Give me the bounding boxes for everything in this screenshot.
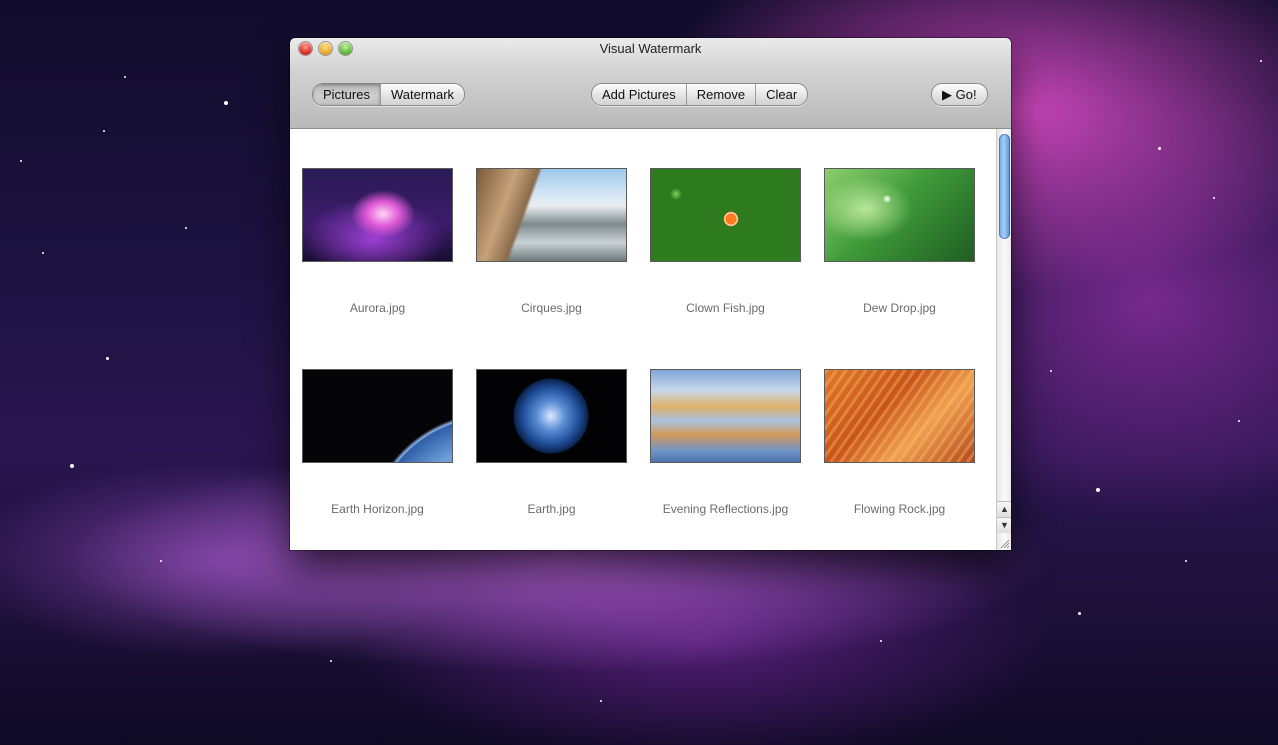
pictures-list[interactable]: Aurora.jpg Cirques.jpg Clown Fish.jpg De… (290, 129, 1011, 550)
star (1185, 560, 1187, 562)
star (1213, 197, 1215, 199)
picture-filename: Earth Horizon.jpg (331, 502, 424, 516)
picture-filename: Clown Fish.jpg (686, 301, 765, 315)
remove-button[interactable]: Remove (685, 84, 755, 105)
app-window: Visual Watermark Pictures Watermark Add … (290, 38, 1011, 550)
star (42, 252, 44, 254)
picture-filename: Evening Reflections.jpg (662, 502, 789, 516)
star (106, 357, 109, 360)
star (1260, 60, 1262, 62)
view-segmented-control: Pictures Watermark (312, 83, 466, 106)
star (103, 130, 105, 132)
star (1078, 612, 1081, 615)
scroll-up-arrow-icon[interactable]: ▲ (997, 501, 1011, 517)
picture-filename: Flowing Rock.jpg (853, 502, 946, 516)
star (1238, 420, 1240, 422)
star (124, 76, 126, 78)
star (1096, 488, 1100, 492)
go-button[interactable]: ▶ Go! (932, 84, 987, 105)
star (20, 160, 22, 162)
watermark-tab[interactable]: Watermark (379, 84, 464, 105)
pictures-tab[interactable]: Pictures (313, 84, 380, 105)
scroll-down-arrow-icon[interactable]: ▼ (997, 517, 1011, 533)
aurora-thumbnail (302, 168, 453, 262)
clear-button[interactable]: Clear (755, 84, 807, 105)
picture-filename: Cirques.jpg (521, 301, 582, 315)
picture-filename: Dew Drop.jpg (863, 301, 936, 315)
window-title: Visual Watermark (599, 41, 702, 56)
window-toolbar: Visual Watermark Pictures Watermark Add … (290, 38, 1011, 129)
star (160, 560, 162, 562)
star (1158, 147, 1161, 150)
star (224, 101, 228, 105)
star (880, 640, 882, 642)
earth-thumbnail (476, 369, 627, 463)
earth-horizon-thumbnail (302, 369, 453, 463)
star (600, 700, 602, 702)
resize-grip-icon[interactable] (999, 538, 1010, 549)
vertical-scrollbar[interactable]: ▲ ▼ (996, 129, 1011, 550)
add-pictures-button[interactable]: Add Pictures (592, 84, 686, 105)
star (70, 464, 74, 468)
evening-reflections-thumbnail (650, 369, 801, 463)
star (330, 660, 332, 662)
scroll-thumb[interactable] (999, 134, 1010, 239)
dew-drop-thumbnail (824, 168, 975, 262)
clown-fish-thumbnail (650, 168, 801, 262)
picture-actions-control: Add Pictures Remove Clear (591, 83, 809, 106)
flowing-rock-thumbnail (824, 369, 975, 463)
go-control: ▶ Go! (931, 83, 988, 106)
picture-filename: Aurora.jpg (349, 301, 406, 315)
cirques-thumbnail (476, 168, 627, 262)
star (185, 227, 187, 229)
star (1050, 370, 1052, 372)
picture-filename: Earth.jpg (527, 502, 576, 516)
